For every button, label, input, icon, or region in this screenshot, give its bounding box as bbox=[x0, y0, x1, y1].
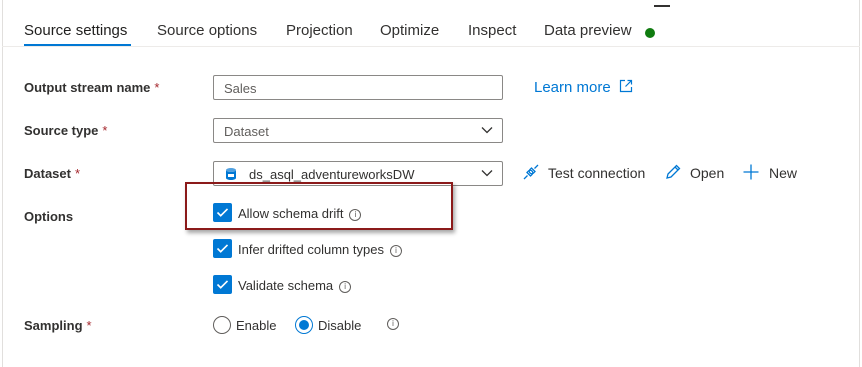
open-label: Open bbox=[690, 165, 725, 181]
external-link-icon bbox=[619, 79, 632, 93]
resize-handle[interactable] bbox=[654, 5, 670, 7]
checkmark-icon bbox=[216, 280, 229, 289]
plug-connection-icon bbox=[523, 164, 539, 180]
data-preview-status-dot bbox=[645, 28, 655, 38]
checkmark-icon bbox=[216, 244, 229, 253]
plus-icon bbox=[743, 164, 759, 180]
chevron-down-icon bbox=[481, 127, 493, 134]
source-type-label: Source type * bbox=[24, 123, 108, 138]
learn-more-link[interactable]: Learn more bbox=[534, 79, 633, 96]
output-stream-value: Sales bbox=[224, 81, 257, 96]
dataset-value: ds_asql_adventureworksDW bbox=[249, 167, 415, 182]
new-label: New bbox=[769, 165, 798, 181]
source-type-dropdown[interactable]: Dataset bbox=[213, 118, 503, 143]
sampling-enable-radio[interactable] bbox=[213, 316, 231, 334]
info-icon[interactable]: i bbox=[389, 245, 402, 257]
tab-source-options[interactable]: Source options bbox=[157, 22, 257, 39]
info-icon[interactable]: i bbox=[339, 281, 352, 293]
output-stream-label: Output stream name * bbox=[24, 80, 160, 95]
tab-projection[interactable]: Projection bbox=[286, 22, 353, 39]
output-stream-input[interactable]: Sales bbox=[213, 75, 503, 100]
info-icon[interactable]: i bbox=[387, 318, 399, 330]
tab-source-settings[interactable]: Source settings bbox=[24, 22, 127, 39]
sampling-disable-radio[interactable] bbox=[295, 316, 313, 334]
sampling-disable-label: Disable bbox=[318, 318, 362, 333]
allow-schema-drift-highlight bbox=[185, 182, 453, 230]
source-type-value: Dataset bbox=[224, 124, 269, 139]
active-tab-indicator bbox=[24, 44, 131, 46]
sampling-label: Sampling * bbox=[24, 318, 92, 333]
dataset-label: Dataset * bbox=[24, 166, 81, 181]
sampling-enable-label: Enable bbox=[236, 318, 277, 333]
validate-schema-checkbox[interactable] bbox=[213, 275, 232, 294]
validate-schema-label: Validate schema bbox=[238, 278, 334, 293]
sql-database-icon bbox=[226, 168, 236, 180]
infer-drifted-types-label: Infer drifted column types bbox=[238, 242, 384, 257]
tab-divider bbox=[2, 46, 860, 47]
options-label: Options bbox=[24, 209, 74, 224]
pencil-icon bbox=[666, 164, 681, 179]
tab-inspect[interactable]: Inspect bbox=[468, 22, 516, 39]
chevron-down-icon bbox=[481, 170, 493, 177]
infer-drifted-types-checkbox[interactable] bbox=[213, 239, 232, 258]
tab-optimize[interactable]: Optimize bbox=[380, 22, 439, 39]
test-connection-label: Test connection bbox=[548, 165, 646, 181]
tab-data-preview[interactable]: Data preview bbox=[544, 22, 632, 39]
